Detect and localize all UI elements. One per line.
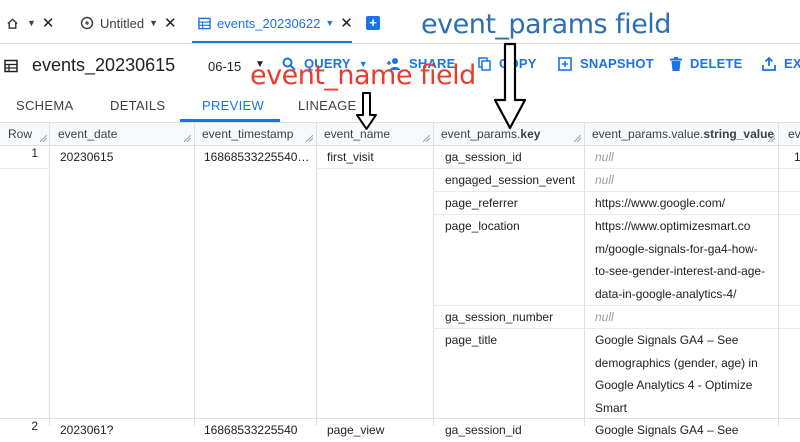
snapshot-button[interactable]: SNAPSHOT [558,56,654,71]
tab-strip: ▼ ✕ Untitled ▼ ✕ events_20230622 ▼ ✕ + [0,0,800,44]
cell-event-name[interactable]: page_view [327,419,384,442]
annotation-event-name-field: event_name field [250,60,476,91]
resize-handle-icon[interactable] [184,135,191,142]
arrow-down-icon [356,92,377,130]
add-tab-button[interactable]: + [366,16,380,30]
cell-param-value-null[interactable]: null [595,146,614,169]
cell-next[interactable]: 1 [794,146,800,169]
column-header-label: ev [788,127,800,141]
resize-handle-icon[interactable] [768,135,775,142]
copy-icon [478,56,491,71]
close-icon[interactable]: ✕ [164,14,177,32]
query-icon [80,16,94,30]
column-header-label: Row [8,127,33,141]
tab-events-20230622[interactable]: events_20230622 ▼ ✕ [198,8,353,38]
column-header-event-params-value[interactable]: event_params.value.string_value [584,123,778,145]
cell-param-key[interactable]: engaged_session_event [445,169,575,192]
active-subtab-indicator [180,119,280,122]
snapshot-icon [558,56,572,71]
column-header-next[interactable]: ev [778,123,800,145]
column-divider [49,123,50,426]
tab-untitled[interactable]: Untitled ▼ ✕ [80,8,177,38]
cell-line: Smart [595,400,628,415]
trash-icon [670,56,682,71]
resize-handle-icon[interactable] [306,135,313,142]
cell-line: Google Signals GA4 – See [595,333,739,347]
tab-schema[interactable]: SCHEMA [16,98,73,113]
table-icon [198,17,211,30]
cell-event-timestamp[interactable]: 16868533225540… [204,146,309,169]
chevron-down-icon[interactable]: ▼ [325,18,334,28]
cell-param-value-null[interactable]: null [595,169,614,192]
cell-line: data-in-google-analytics-4/ [595,286,737,301]
tab-preview[interactable]: PREVIEW [202,98,264,113]
row-number: 2 [31,419,38,433]
row-number: 1 [31,146,38,160]
close-icon[interactable]: ✕ [340,14,353,32]
cell-param-key[interactable]: page_referrer [445,192,518,215]
column-header-label: event_date [58,127,118,141]
cell-line: demographics (gender, age) in [595,355,758,370]
resize-handle-icon[interactable] [423,135,430,142]
cell-param-value-null[interactable]: null [595,306,614,329]
resize-handle-icon[interactable] [574,135,581,142]
tab-home[interactable]: ▼ ✕ [6,8,55,38]
row-divider [0,168,49,169]
annotation-event-params-field: event_params field [421,9,671,40]
cell-param-key[interactable]: ga_session_number [445,306,553,329]
resize-handle-icon[interactable] [40,135,47,142]
arrow-down-icon [494,42,527,130]
cell-line: Google Analytics 4 - Optimize [595,378,753,392]
tab-details[interactable]: DETAILS [110,98,165,113]
cell-line: https://www.optimizesmart.co [595,219,751,233]
table-title: events_20230615 [32,55,176,75]
column-header-label: event_params.value. [592,127,704,141]
table-date-selector[interactable]: 06-15 [208,59,241,74]
cell-param-value[interactable]: Google Signals GA4 – See [595,419,738,442]
cell-event-timestamp[interactable]: 16868533225540 [204,419,297,442]
tab-label: Untitled [100,15,145,31]
home-icon [6,17,19,30]
chevron-down-icon[interactable]: ▼ [149,18,158,28]
tab-lineage[interactable]: LINEAGE [298,98,356,113]
column-header-event-date[interactable]: event_date [50,123,194,145]
cell-param-key[interactable]: ga_session_id [445,419,522,442]
grid-header: Row event_date event_timestamp event_nam… [0,123,800,146]
delete-button[interactable]: DELETE [670,56,742,71]
cell-event-date[interactable]: 20230615 [60,146,113,169]
column-header-row: Row [0,123,50,145]
export-icon [762,56,776,71]
delete-button-label: DELETE [690,56,743,71]
export-button-label: EXP [784,56,800,71]
chevron-down-icon[interactable]: ▼ [27,18,36,28]
cell-event-name[interactable]: first_visit [327,146,374,169]
cell-param-key[interactable]: page_location [445,215,520,238]
column-divider [194,123,195,426]
cell-param-key[interactable]: page_title [445,329,497,352]
tab-label: events_20230622 [217,15,321,31]
cell-line: to-see-gender-interest-and-age- [595,264,766,278]
export-button[interactable]: EXP [762,56,800,71]
cell-param-value[interactable]: Google Signals GA4 – See demographics (g… [595,329,758,419]
cell-param-key[interactable]: ga_session_id [445,146,522,169]
table-icon [4,59,18,78]
cell-param-value[interactable]: https://www.optimizesmart.co m/google-si… [595,215,765,305]
snapshot-button-label: SNAPSHOT [580,56,654,71]
cell-param-value[interactable]: https://www.google.com/ [595,192,725,215]
column-header-label: event_timestamp [202,127,294,141]
column-header-label-bold: string_value [703,127,775,141]
column-header-event-timestamp[interactable]: event_timestamp [194,123,316,145]
table-subtabs: SCHEMA DETAILS PREVIEW LINEAGE [0,88,800,123]
cell-line: m/google-signals-for-ga4-how- [595,241,758,256]
cell-event-date[interactable]: 2023061? [60,419,113,442]
close-icon[interactable]: ✕ [42,14,55,32]
